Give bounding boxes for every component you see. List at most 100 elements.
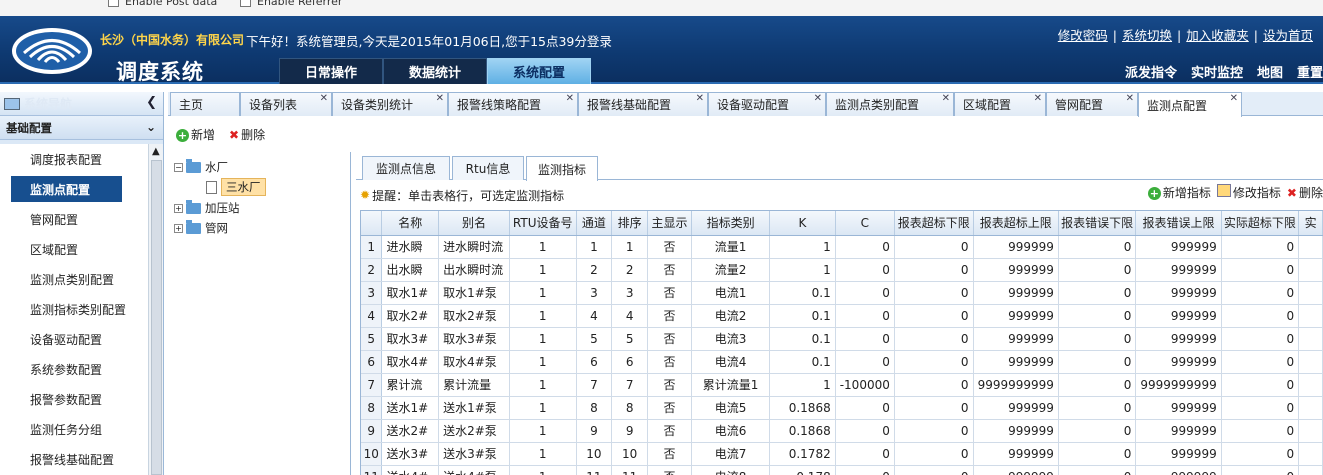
checkbox-label: Enable Referrer [257,0,343,8]
tab-point-category[interactable]: 监测点类别配置 ✕ [826,92,954,116]
subtab-point-info[interactable]: 监测点信息 [362,156,450,180]
sidebar-item-system-param-config[interactable]: 系统参数配置 [0,354,148,384]
grid-cell: 0 [835,442,895,466]
column-header[interactable]: RTU设备号 [509,211,577,236]
sidebar-item-indicator-category-config[interactable]: 监测指标类别配置 [0,294,148,324]
table-row[interactable]: 10 送水3# 送水3#泵 1 10 10 否电流7 0.1782 0 0 999999 0 99999… [361,442,1323,466]
close-icon[interactable]: ✕ [1230,93,1238,104]
column-header[interactable]: 名称 [381,211,440,236]
column-header[interactable]: 报表错误上限 [1135,211,1222,236]
sidebar-item-monitor-point-config[interactable]: 监测点配置 [11,176,122,202]
delete-indicator-button[interactable]: ✖ 删除 [1287,184,1323,201]
close-icon[interactable]: ✕ [942,93,950,104]
realtime-monitor-link[interactable]: 实时监控 [1191,66,1243,81]
delete-button[interactable]: ✖ 删除 [229,126,265,143]
collapse-toggle-icon[interactable]: − [174,162,183,172]
column-header[interactable]: C [835,211,895,236]
tab-label: 监测点配置 [1147,98,1208,113]
table-row[interactable]: 8 送水1# 送水1#泵 1 8 8 否电流5 0.1868 0 0 999999 0 999999 0 [361,396,1323,420]
sidebar-scrollbar[interactable]: ▲ [148,144,163,475]
map-link[interactable]: 地图 [1257,66,1283,81]
main-tab-system-config[interactable]: 系统配置 [487,58,591,84]
tab-monitor-point-config[interactable]: 监测点配置 ✕ [1138,92,1242,117]
sidebar-item-area-config[interactable]: 区域配置 [0,234,148,264]
reset-link[interactable]: 重置 [1297,66,1323,81]
change-password-link[interactable]: 修改密码 [1058,28,1108,43]
column-header[interactable]: 别名 [438,211,510,236]
sidebar-item-report-config[interactable]: 调度报表配置 [0,144,148,174]
sidebar-item-monitor-task-group[interactable]: 监测任务分组 [0,414,148,444]
close-icon[interactable]: ✕ [1126,93,1134,104]
sidebar-group-basic-config[interactable]: 基础配置 ⌄ [0,116,163,140]
tree-node-booster-station[interactable]: + 加压站 [174,199,240,216]
scrollbar-thumb[interactable] [151,160,162,475]
sidebar-item-alarm-line-base-config[interactable]: 报警线基础配置 [0,444,148,474]
column-header[interactable]: 排序 [611,211,649,236]
table-row[interactable]: 7 累计流 累计流量 1 7 7 否累计流量1 1 -100000 0 9999999999 0 999… [361,373,1323,397]
tab-pipe-network[interactable]: 管网配置 ✕ [1046,92,1138,116]
enable-referrer-checkbox[interactable]: Enable Referrer [240,0,342,8]
close-icon[interactable]: ✕ [566,93,574,104]
close-icon[interactable]: ✕ [1034,93,1042,104]
column-header[interactable]: 报表超标上限 [973,211,1059,236]
table-row[interactable]: 1 进水瞬 进水瞬时流 1 1 1 否流量1 1 0 0 999999 0 999999 0 [361,235,1323,259]
tab-home[interactable]: 主页 [170,92,240,116]
subtab-rtu-info[interactable]: Rtu信息 [452,156,524,180]
column-header[interactable]: K [769,211,836,236]
sidebar-item-pipe-network-config[interactable]: 管网配置 [0,204,148,234]
column-header[interactable]: 实 [1298,211,1323,236]
set-homepage-link[interactable]: 设为首页 [1263,28,1313,43]
main-tab-statistics[interactable]: 数据统计 [383,58,487,84]
table-row[interactable]: 2 出水瞬 出水瞬时流 1 2 2 否流量2 1 0 0 999999 0 999999 0 [361,258,1323,282]
column-header[interactable]: 报表错误下限 [1058,211,1137,236]
tab-device-driver[interactable]: 设备驱动配置 ✕ [708,92,826,116]
add-indicator-button[interactable]: + 新增指标 [1147,184,1211,201]
close-icon[interactable]: ✕ [696,93,704,104]
sidebar-item-alarm-param-config[interactable]: 报警参数配置 [0,384,148,414]
grid-cell: 0 [894,442,974,466]
grid-cell: 0.178 [769,465,836,475]
tab-alarm-line-base[interactable]: 报警线基础配置 ✕ [578,92,708,116]
tree-node-pipe-network[interactable]: + 管网 [174,219,228,236]
tab-device-category-stats[interactable]: 设备类别统计 ✕ [332,92,448,116]
column-header[interactable]: 报表超标下限 [894,211,974,236]
tab-alarm-line-strategy[interactable]: 报警线策略配置 ✕ [448,92,578,116]
table-row[interactable]: 9 送水2# 送水2#泵 1 9 9 否电流6 0.1868 0 0 999999 0 999999 0 [361,419,1323,443]
scroll-up-icon[interactable]: ▲ [152,146,160,157]
expand-toggle-icon[interactable]: + [174,223,183,233]
grid-header-row: 名称 别名 RTU设备号 通道 排序 主显示 指标类别 K C 报表超标下限 报表超标上限 报表错误下… [361,211,1323,236]
dispatch-command-link[interactable]: 派发指令 [1125,66,1177,81]
edit-indicator-button[interactable]: 修改指标 [1216,184,1281,201]
chevron-down-icon[interactable]: ⌄ [146,120,156,134]
row-number: 1 [361,235,383,259]
close-icon[interactable]: ✕ [814,93,822,104]
table-row[interactable]: 3 取水1# 取水1#泵 1 3 3 否电流1 0.1 0 0 999999 0 999999 0 [361,281,1323,305]
column-header[interactable]: 指标类别 [691,211,771,236]
enable-post-data-checkbox[interactable]: Enable Post data [108,0,217,8]
expand-toggle-icon[interactable]: + [174,203,183,213]
add-button[interactable]: + 新增 [176,126,215,143]
table-row[interactable]: 6 取水4# 取水4#泵 1 6 6 否电流4 0.1 0 0 999999 0 999999 0 [361,350,1323,374]
tab-area-config[interactable]: 区域配置 ✕ [954,92,1046,116]
close-icon[interactable]: ✕ [320,93,328,104]
sidebar-item-point-category-config[interactable]: 监测点类别配置 [0,264,148,294]
column-header[interactable]: 通道 [576,211,613,236]
table-row[interactable]: 5 取水3# 取水3#泵 1 5 5 否电流3 0.1 0 0 999999 0 999999 0 [361,327,1323,351]
add-favorites-link[interactable]: 加入收藏夹 [1186,28,1249,43]
close-icon[interactable]: ✕ [436,93,444,104]
table-row[interactable]: 11送水4#送水4#泵11111否电流80.178009999990999999… [361,465,1323,475]
tab-device-list[interactable]: 设备列表 ✕ [240,92,332,116]
switch-system-link[interactable]: 系统切换 [1122,28,1172,43]
table-row[interactable]: 4 取水2# 取水2#泵 1 4 4 否电流2 0.1 0 0 999999 0 999999 0 [361,304,1323,328]
grid-cell: 1 [509,419,577,443]
column-header[interactable]: 主显示 [647,211,692,236]
tree-node-plant-3[interactable]: 三水厂 [206,178,266,196]
grid-cell: 999999 [973,350,1059,374]
main-tab-daily-ops[interactable]: 日常操作 [279,58,383,84]
column-header[interactable]: 实际超标下限 [1221,211,1300,236]
column-header[interactable] [361,211,383,236]
sidebar-item-device-driver-config[interactable]: 设备驱动配置 [0,324,148,354]
tree-node-water-plant[interactable]: − 水厂 [174,158,228,175]
collapse-icon[interactable]: ❮ [146,95,157,110]
subtab-indicators[interactable]: 监测指标 [526,156,598,181]
